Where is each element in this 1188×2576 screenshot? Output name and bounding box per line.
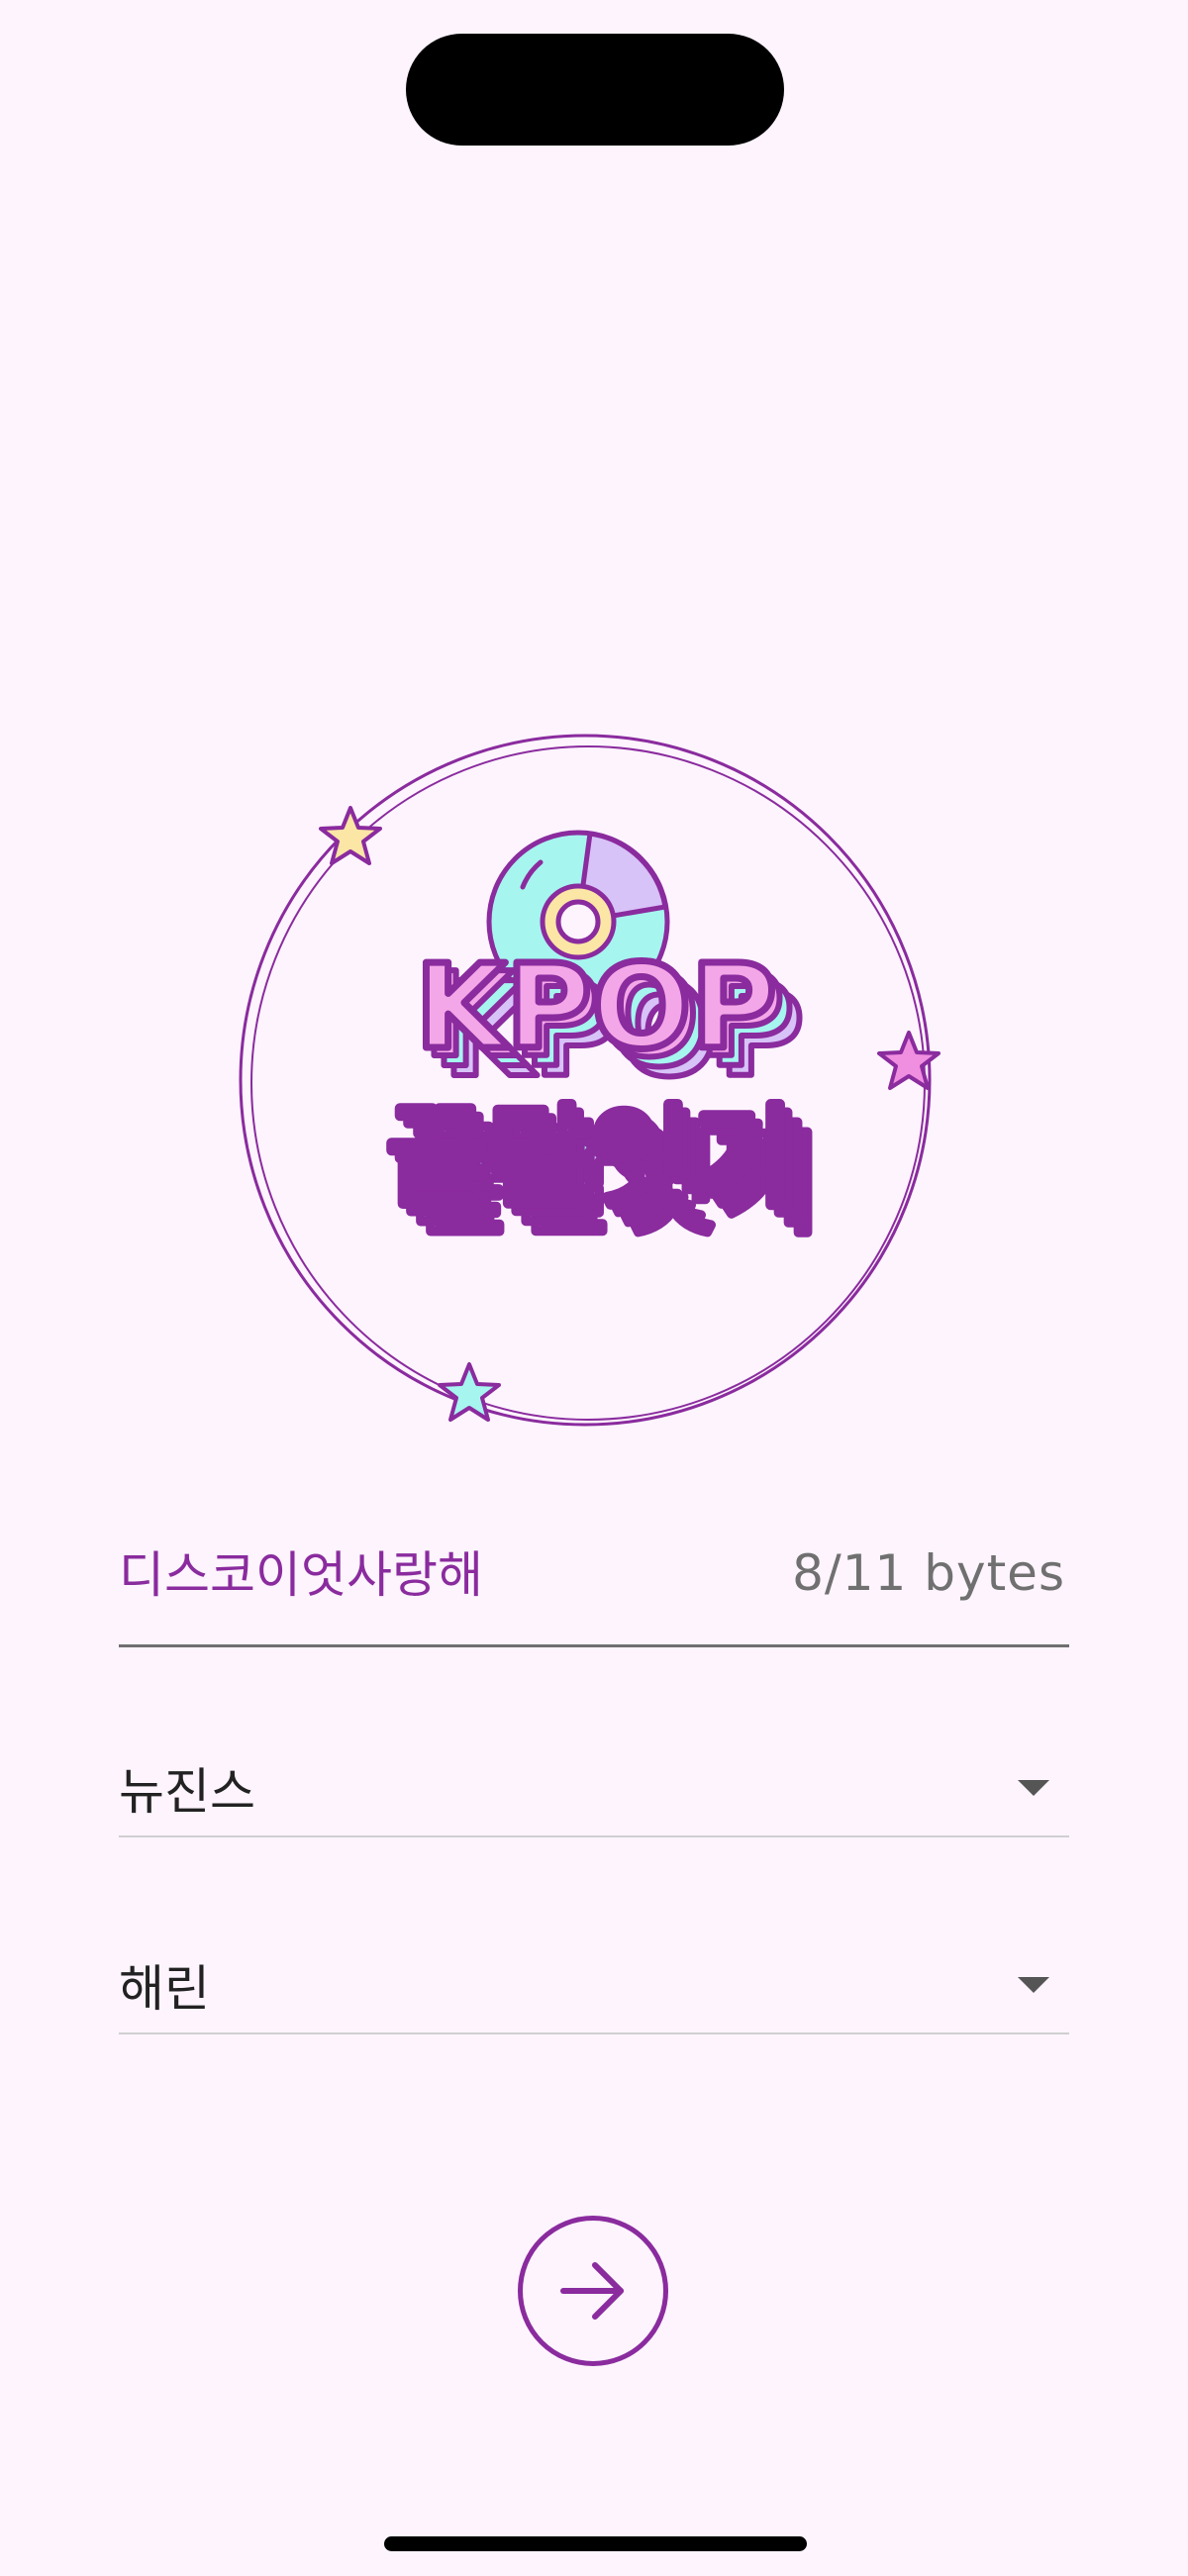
home-indicator[interactable] <box>384 2536 807 2551</box>
nickname-input[interactable] <box>119 1536 792 1606</box>
nickname-field[interactable]: 8/11 bytes <box>119 1525 1069 1647</box>
caret-down-icon <box>1018 1977 1049 1993</box>
arrow-right-icon <box>560 2262 624 2320</box>
group-select-value: 뉴진스 <box>119 1763 255 1821</box>
logo-title-kpop: KPOP KPOP KPOP KPOP <box>412 936 807 1107</box>
svg-text:KPOP: KPOP <box>416 939 777 1075</box>
star-yellow-icon <box>319 806 382 865</box>
next-button[interactable] <box>518 2216 668 2366</box>
member-select-value: 해린 <box>119 1960 210 2018</box>
group-select[interactable]: 뉴진스 <box>119 1738 1069 1837</box>
byte-counter: 8/11 bytes <box>792 1544 1065 1602</box>
svg-text:끝말잇기: 끝말잇기 <box>386 1094 794 1223</box>
member-select[interactable]: 해린 <box>119 1935 1069 2034</box>
logo-title-word-chain: 끝말잇기 끝말잇기 끝말잇기 끝말잇기 <box>382 1091 825 1254</box>
camera-notch <box>406 34 784 146</box>
app-logo: KPOP KPOP KPOP KPOP 끝말잇기 끝말잇기 끝말잇기 끝말잇기 <box>234 729 946 1441</box>
caret-down-icon <box>1018 1780 1049 1796</box>
